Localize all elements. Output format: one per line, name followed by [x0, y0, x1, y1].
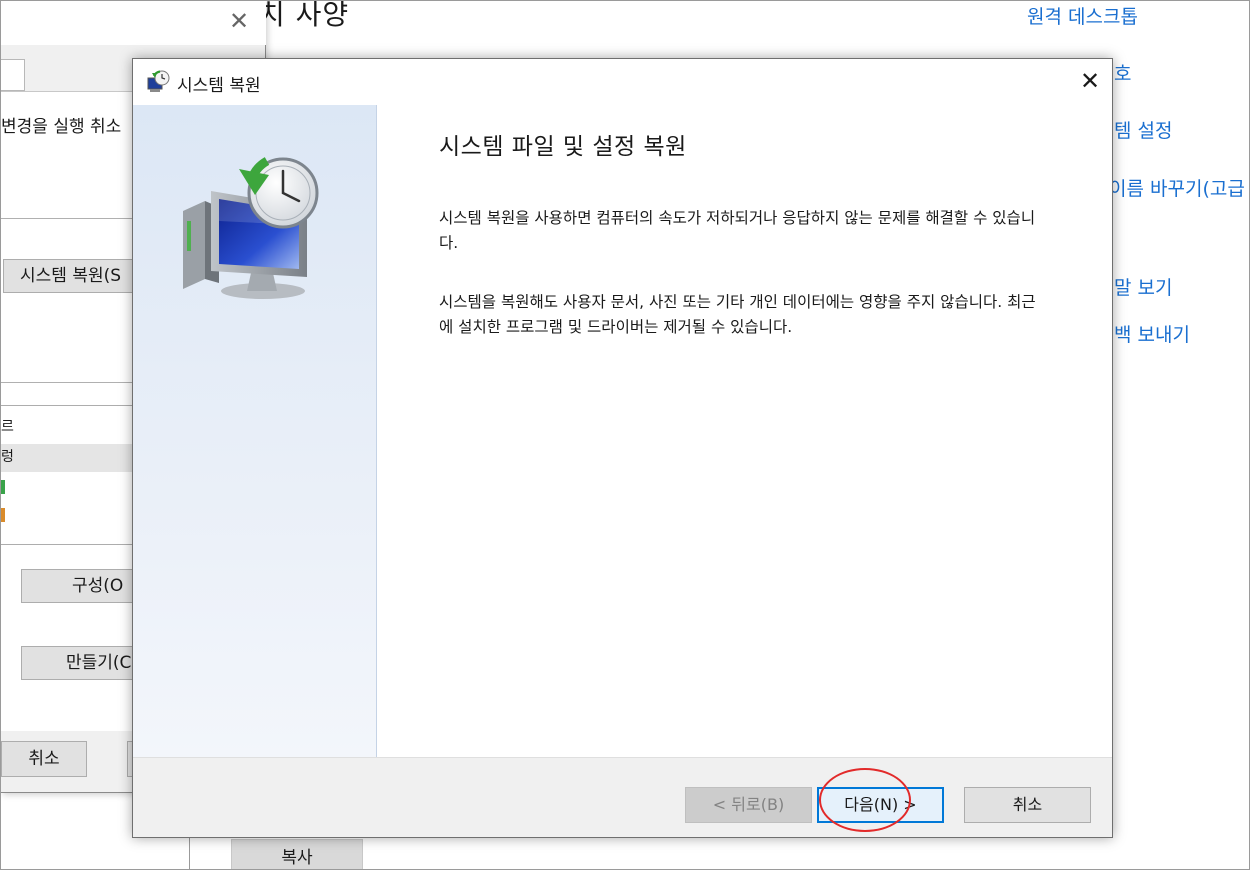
copy-button[interactable]: 복사 — [231, 839, 363, 869]
system-settings-link[interactable]: 템 설정 — [1114, 116, 1172, 143]
tab-system-protection[interactable] — [1, 59, 25, 91]
page-title: 치 사양 — [259, 0, 350, 31]
dialog-titlebar: 시스템 복원 ✕ — [133, 59, 1112, 105]
send-feedback-link[interactable]: 백 보내기 — [1114, 320, 1190, 347]
system-restore-dialog: 시스템 복원 ✕ 시스템 파일 및 설정 복원 시스템 복원을 사용하면 컴퓨터… — [132, 58, 1113, 838]
get-help-link[interactable]: 말 보기 — [1114, 273, 1172, 300]
properties-titlebar: ✕ — [1, 1, 266, 45]
rename-pc-link[interactable]: 이름 바꾸기(고급 — [1109, 174, 1245, 201]
system-restore-icon — [147, 70, 170, 92]
wizard-description: 시스템 복원을 사용하면 컴퓨터의 속도가 저하되거나 응답하지 않는 문제를 … — [439, 209, 1036, 252]
next-button[interactable]: 다음(N) > — [817, 787, 944, 823]
dialog-title: 시스템 복원 — [177, 76, 261, 96]
wizard-footer: < 뒤로(B) 다음(N) > 취소 — [133, 757, 1112, 837]
wizard-side-panel — [133, 105, 377, 757]
drive-label: 르 — [1, 419, 14, 435]
close-icon[interactable]: ✕ — [1077, 66, 1103, 96]
drive-icon — [1, 480, 5, 494]
back-button[interactable]: < 뒤로(B) — [685, 787, 812, 823]
wizard-note: 시스템을 복원해도 사용자 문서, 사진 또는 기타 개인 데이터에는 영향을 … — [439, 293, 1036, 336]
wizard-heading: 시스템 파일 및 설정 복원 — [439, 134, 687, 160]
screenshot-stage: 치 사양 원격 데스크톱 호 템 설정 이름 바꾸기(고급 말 보기 백 보내기… — [0, 0, 1250, 870]
drive-icon — [1, 508, 5, 522]
monitor-clock-icon — [183, 157, 319, 299]
restore-description: 변경을 실행 취소 — [1, 117, 122, 137]
protection-link[interactable]: 호 — [1114, 59, 1131, 86]
drive-label: 렁 — [1, 449, 14, 465]
remote-desktop-link[interactable]: 원격 데스크톱 — [1027, 2, 1138, 29]
properties-cancel-button[interactable]: 취소 — [1, 741, 87, 777]
close-icon[interactable]: ✕ — [229, 7, 249, 35]
cancel-button[interactable]: 취소 — [964, 787, 1091, 823]
